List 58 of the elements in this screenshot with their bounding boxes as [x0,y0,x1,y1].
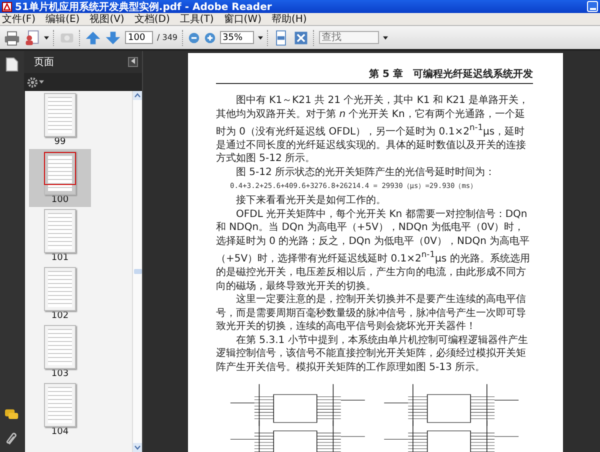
scroll-down-icon[interactable] [133,443,142,452]
page-thumbnail [44,209,76,253]
up-arrow-icon[interactable] [85,30,101,46]
page-number-field[interactable]: 100 [125,31,153,44]
scrollbar[interactable] [132,91,142,452]
page-thumbnail-item[interactable]: 104 [29,381,91,439]
collapse-button[interactable] [128,57,138,67]
zoom-in-icon[interactable] [204,32,216,44]
pages-icon[interactable] [5,57,19,72]
page-label: 99 [54,137,66,148]
paragraph: 接下来看看光开关是如何工作的。 [235,194,387,208]
page-label: 103 [51,369,69,380]
window-title: 51单片机应用系统开发典型实例.pdf - Adobe Reader [15,0,273,14]
menu-item[interactable]: 编辑(E) [46,12,80,26]
zoom-field[interactable]: 35% [220,31,254,44]
page-count: / 349 [157,33,178,42]
paperclip-icon[interactable] [5,431,19,446]
scrollbar-thumb[interactable] [134,269,142,274]
down-arrow-icon[interactable] [105,30,121,46]
page-thumbnail-item[interactable]: 100 [29,149,91,207]
paragraph: 这里一定要注意的是，控制开关切换并不是要产生连续的高电平信号，而是需要周期百毫秒数量级的脉冲信号，脉冲信号产生一次即可导致光开关的切换，连续的高电平信号则会烧坏光开关器件！ [216,293,527,334]
paragraph: OFDL 光开关矩阵中，每个光开关 Kn 都需要一对控制信号：DQn 和 NDQn。当 DQn 为高电平（+5V），NDQn 为低电平（0V）时，选择延时为 0 的光路；反之，DQn 为低电平（0V），NDQn 为高电平（+5V）时，选择带有光纤延迟线延时 0.1×2$^{n-1}$μs 的光路。系统选用的是磁控光开关，电压差反相以后，产生方向的电流，由此形成不同方向的磁场，最终导致光开关的切换。 [216,208,531,294]
viewport-box [44,152,76,185]
zoom-out-icon[interactable] [188,32,200,44]
menu-item[interactable]: 文档(D) [134,12,170,26]
paragraph: 图 5-12 所示状态的光开关矩阵产生的光信号延时时间为： [235,166,496,180]
caret-icon[interactable] [382,36,388,40]
page-thumbnail-item[interactable]: 99 [29,91,91,149]
page-thumbnail-item[interactable]: 103 [29,323,91,381]
page-label: 102 [51,311,69,322]
caret-icon[interactable] [39,80,44,84]
full-screen-icon[interactable] [292,30,309,46]
gear-icon[interactable] [27,76,38,88]
page-thumbnail [44,267,76,311]
menu-item[interactable]: 窗口(W) [224,12,262,26]
minimize-button[interactable] [587,1,598,12]
printer-icon[interactable] [4,30,20,46]
page-label: 104 [51,427,69,438]
page-thumbnail [44,383,76,427]
page-thumbnail-item[interactable]: 101 [29,207,91,265]
caret-icon[interactable] [44,36,49,40]
page-thumbnail-item[interactable]: 102 [29,265,91,323]
running-head: 第 5 章 可编程光纤延迟线系统开发 [216,67,533,84]
page-label: 101 [51,253,69,264]
search-field[interactable]: 查找 [318,31,379,44]
menu-item[interactable]: 帮助(H) [271,12,307,26]
paragraph: 图中有 K1～K21 共 21 个光开关，其中 K1 和 K21 是单路开关，其他均为双路开关。对于第 n 个光开关 Kn，它有两个光通路，一个延时为 0（没有光纤延迟线 OFDL），另一个延时为 0.1×2$^{n-1}$μs，延时是通过不同长度的光纤延迟线实现的。具体的延时数值以及开关的连接方式如图 5-12 所示。 [216,94,530,166]
paragraph: 在第 5.3.1 小节中提到，本系统由单片机控制可编程逻辑器件产生逻辑控制信号，该信号不能直接控制光开关矩阵，必须经过模拟开关矩阵产生开关信号。模拟开关矩阵的工作原理如图 5-13 所示。 [216,334,529,374]
scroll-up-icon[interactable] [133,91,142,100]
page-thumbnail [44,325,76,369]
menu-item[interactable]: 文件(F) [2,12,36,26]
document-person-icon[interactable] [24,30,40,46]
panel-title: 页面 [34,56,54,69]
menu-item[interactable]: 视图(V) [90,12,124,26]
page-label: 100 [51,195,69,206]
caret-icon[interactable] [258,36,263,40]
app-icon [2,2,12,12]
menu-item[interactable]: 工具(T) [180,12,214,26]
